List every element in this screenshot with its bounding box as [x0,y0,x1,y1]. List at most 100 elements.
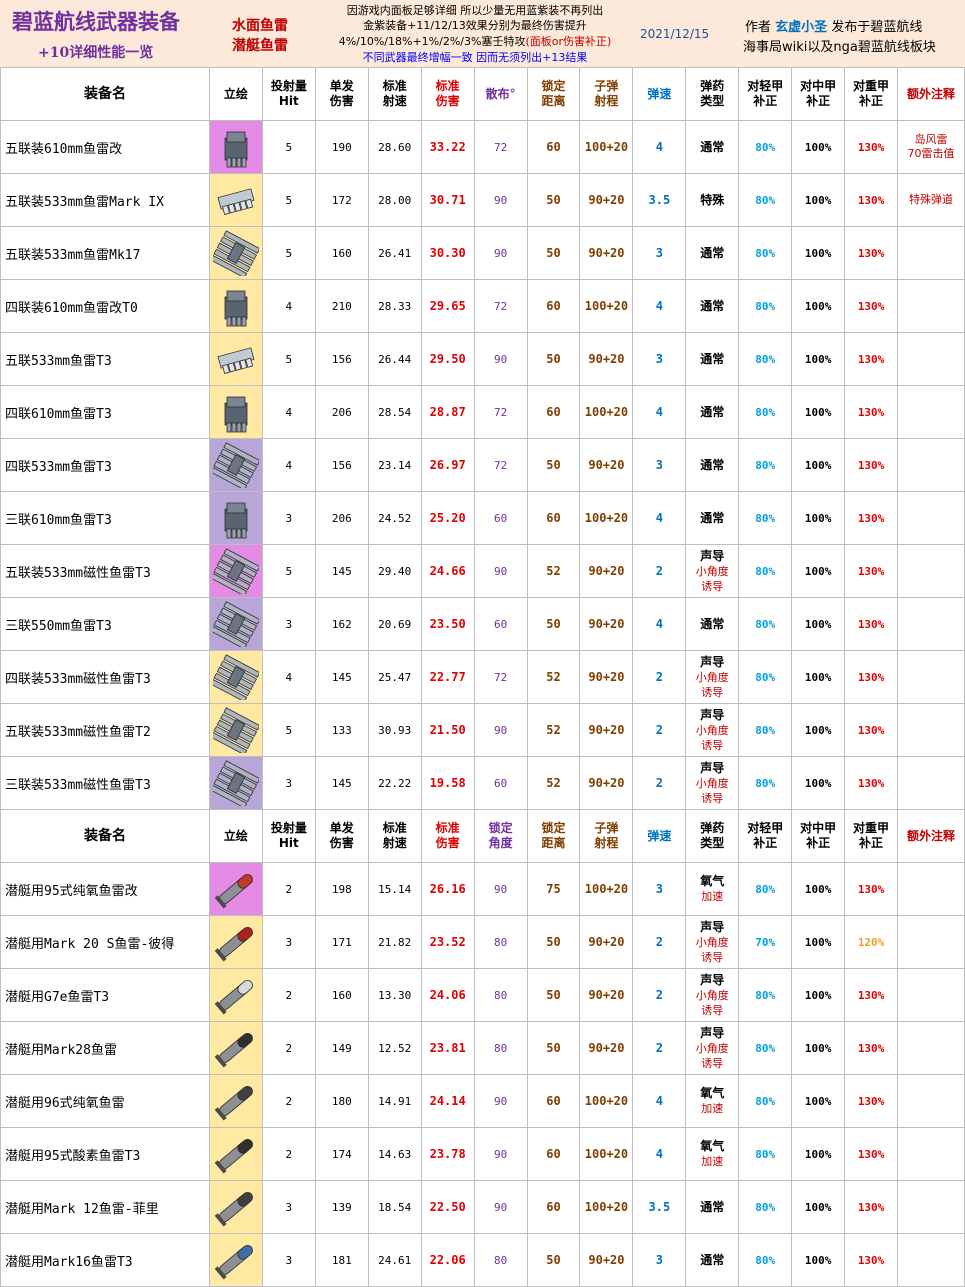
single-damage: 190 [314,120,369,174]
lock-angle: 90 [473,1180,528,1234]
spread-angle: 72 [473,120,528,174]
standard-damage: 23.81 [420,1021,475,1075]
spread-angle: 60 [473,756,528,810]
launcher-flat-icon [211,334,261,384]
projectile-speed: 2 [632,1021,687,1075]
column-header-light: 对轻甲 补正 [738,809,793,863]
medium-armor-mod: 100% [791,438,846,492]
standard-damage: 22.77 [420,650,475,704]
spread-angle: 90 [473,544,528,598]
bullet-range: 90+20 [579,1233,634,1287]
ammo-type-main: 氧气 [700,874,725,888]
fire-rate: 12.52 [367,1021,422,1075]
light-armor-mod: 80% [738,650,793,704]
medium-armor-mod: 100% [791,1127,846,1181]
medium-armor-mod: 100% [791,173,846,227]
equipment-art [208,385,263,439]
launcher-tubes-icon [211,546,261,596]
ammo-type: 通常 [685,279,740,333]
column-header-line: 角度 [488,836,513,850]
bullet-range: 90+20 [579,173,634,227]
medium-armor-mod: 100% [791,279,846,333]
medium-armor-mod: 100% [791,968,846,1022]
hit-count: 3 [261,1180,316,1234]
single-damage: 145 [314,544,369,598]
medium-armor-mod: 100% [791,703,846,757]
table-row: 潜艇用96式纯氧鱼雷 2 180 14.91 24.14 90 60 100+20 4 氧气 加速 8… [0,1074,965,1128]
equipment-name: 三联550mm鱼雷T3 [0,597,210,651]
lock-distance: 60 [526,1074,581,1128]
equipment-name: 潜艇用Mark 12鱼雷-菲里 [0,1180,210,1234]
standard-damage: 24.66 [420,544,475,598]
column-header-rate: 标准 射速 [367,67,422,121]
projectile-speed: 4 [632,385,687,439]
fire-rate: 18.54 [367,1180,422,1234]
standard-damage: 28.87 [420,385,475,439]
standard-damage: 23.52 [420,915,475,969]
column-header-line: 子弹 [594,821,619,835]
column-header-lock: 锁定 距离 [526,67,581,121]
column-header-line: 对轻甲 [747,79,784,93]
ammo-type-main: 声导 [700,548,725,563]
ammo-type-main: 通常 [700,139,725,154]
ammo-type: 通常 [685,491,740,545]
column-header-line: 弹药 [700,821,725,835]
standard-damage: 24.14 [420,1074,475,1128]
medium-armor-mod: 100% [791,862,846,916]
sheet-date: 2021/12/15 [640,27,710,41]
ammo-type-detail: 小角度 诱导 [695,723,729,752]
ammo-type: 通常 [685,332,740,386]
medium-armor-mod: 100% [791,120,846,174]
medium-armor-mod: 100% [791,1233,846,1287]
column-header-line: 补正 [753,94,778,108]
standard-damage: 23.78 [420,1127,475,1181]
projectile-speed: 4 [632,279,687,333]
spread-angle: 72 [473,385,528,439]
ammo-type: 声导 小角度 诱导 [685,1021,740,1075]
column-header-line: 弹速 [647,86,672,101]
equipment-art [208,173,263,227]
projectile-speed: 3.5 [632,1180,687,1234]
projectile-speed: 2 [632,703,687,757]
column-header-line: 标准 [382,79,407,93]
single-damage: 162 [314,597,369,651]
extra-note [897,968,965,1022]
fire-rate: 15.14 [367,862,422,916]
ammo-type-main: 氧气 [700,1139,725,1153]
bullet-range: 100+20 [579,1127,634,1181]
ammo-type: 声导 小角度 诱导 [685,703,740,757]
equipment-sheet: 碧蓝航线武器装备 +10详细性能一览 水面鱼雷 潜艇鱼雷 因游戏内面板足够详细 … [0,0,965,1287]
fire-rate: 14.63 [367,1127,422,1181]
equipment-art [208,968,263,1022]
light-armor-mod: 80% [738,544,793,598]
column-header-line: 子弹 [594,79,619,93]
equipment-name: 潜艇用95式酸素鱼雷T3 [0,1127,210,1181]
lock-angle: 80 [473,1233,528,1287]
medium-armor-mod: 100% [791,1074,846,1128]
column-header-line: 射速 [382,94,407,108]
fire-rate: 26.41 [367,226,422,280]
extra-note [897,862,965,916]
heavy-armor-mod: 130% [844,650,899,704]
column-header-line: 对轻甲 [747,821,784,835]
equipment-name: 四联610mm鱼雷T3 [0,385,210,439]
single-damage: 133 [314,703,369,757]
column-header-line: 补正 [806,94,831,108]
note-line-2: 金紫装备+11/12/13效果分别为最终伤害提升 [363,19,587,32]
table-row: 五联装533mm鱼雷Mark IX 5 172 28.00 30.71 90 50 90+20… [0,173,965,227]
equipment-name: 四联533mm鱼雷T3 [0,438,210,492]
ammo-type-main: 声导 [700,760,725,775]
column-header-line: 射程 [594,94,619,108]
light-armor-mod: 70% [738,915,793,969]
heavy-armor-mod: 130% [844,756,899,810]
hit-count: 5 [261,332,316,386]
medium-armor-mod: 100% [791,332,846,386]
extra-note [897,1127,965,1181]
equipment-name: 潜艇用G7e鱼雷T3 [0,968,210,1022]
column-header-spread: 散布° [473,67,528,121]
extra-note [897,1074,965,1128]
launcher-tubes-icon [211,599,261,649]
projectile-speed: 4 [632,1127,687,1181]
single-damage: 198 [314,862,369,916]
hit-count: 4 [261,279,316,333]
